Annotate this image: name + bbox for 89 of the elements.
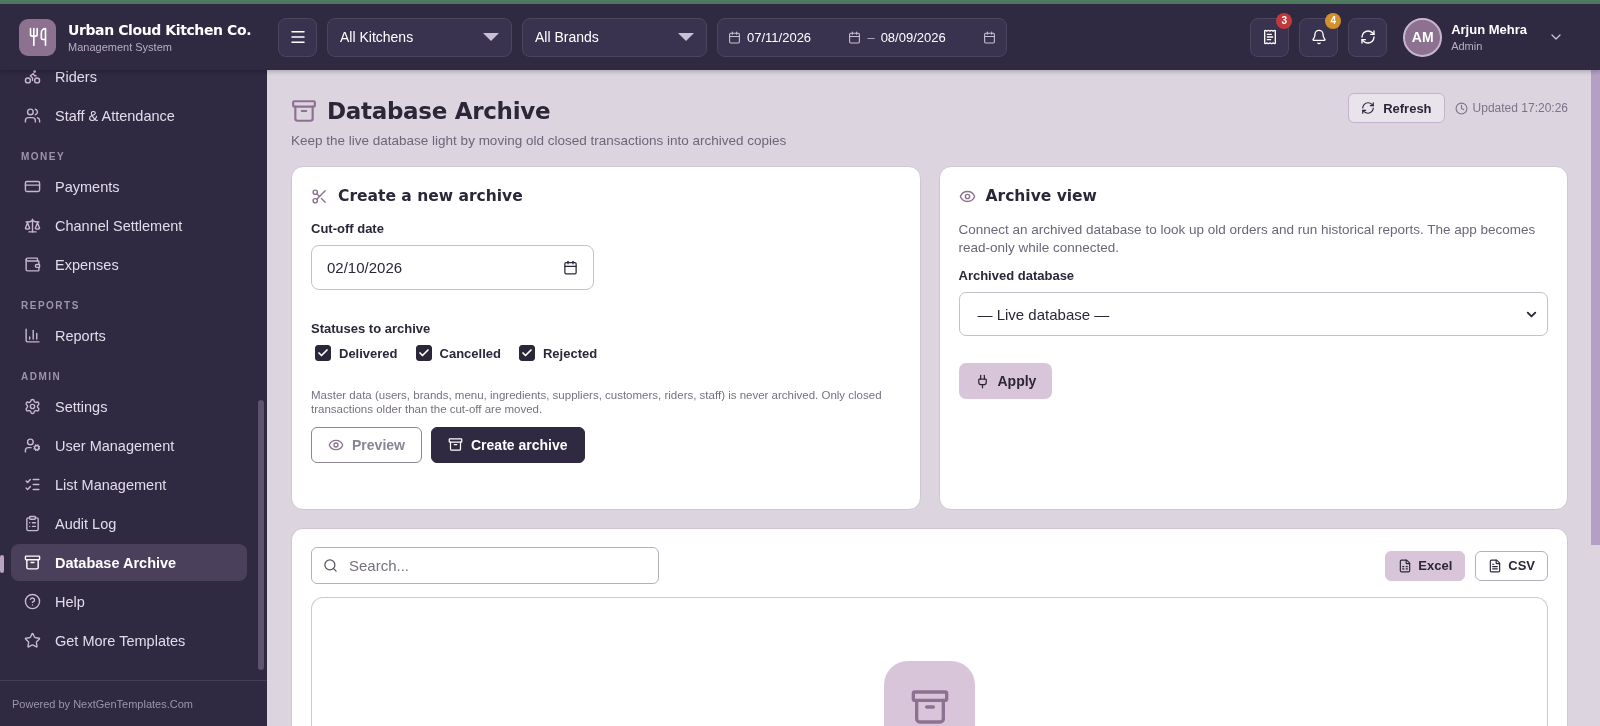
- star-icon: [24, 632, 41, 649]
- scissors-icon: [311, 187, 328, 205]
- card-icon: [24, 178, 41, 195]
- checkbox-label: Rejected: [542, 345, 598, 361]
- note-text: Master data (users, brands, menu, ingredients, suppliers, customers, riders, staff) is never archived. Only closed transactions older than the cut-off are moved.: [311, 388, 883, 417]
- calendar-icon: [848, 30, 862, 44]
- database-select[interactable]: — Live database —: [958, 292, 1548, 337]
- filter-dropdown[interactable]: All Kitchens: [327, 17, 512, 57]
- refresh-icon: [1361, 101, 1376, 115]
- checkmark-icon: [417, 347, 430, 359]
- preview-button[interactable]: Preview: [311, 426, 422, 463]
- date-range-field[interactable]: 07/11/2026 – 08/09/2026: [717, 17, 1007, 57]
- wallet-icon: [24, 256, 41, 273]
- card-description: Connect an archived database to look up old orders and run historical reports. The app becomes read-only while connected.: [958, 221, 1537, 257]
- page-subtitle: Keep the live database light by moving old closed transactions into archived copies: [291, 133, 787, 148]
- count-badge: 3: [1276, 12, 1293, 29]
- sidebar-item[interactable]: Get More Templates: [11, 622, 247, 659]
- field-label: Cut-off date: [311, 221, 385, 236]
- card-title: Archive view: [985, 187, 1097, 205]
- section-heading: MONEY: [20, 150, 67, 164]
- section-heading: ADMIN: [20, 370, 63, 384]
- footer-text: Powered by NextGenTemplates.Com: [0, 680, 267, 726]
- field-label: Archived database: [958, 268, 1076, 284]
- sidebar-item[interactable]: Payments: [11, 168, 247, 205]
- search-icon: [323, 558, 338, 573]
- checkbox[interactable]: [315, 345, 331, 361]
- checkbox-label: Delivered: [339, 345, 398, 361]
- sidebar-item[interactable]: Audit Log: [11, 505, 247, 542]
- archive-icon: [24, 554, 41, 571]
- sidebar-item[interactable]: Expenses: [11, 246, 247, 283]
- count-badge: 4: [1325, 12, 1342, 29]
- scrollbar[interactable]: [258, 400, 264, 670]
- sidebar-item[interactable]: Channel Settlement: [11, 207, 247, 244]
- user-name: Arjun Mehra: [1451, 22, 1527, 37]
- export-button[interactable]: CSV: [1475, 550, 1548, 581]
- checkbox[interactable]: [415, 345, 432, 361]
- checkbox-label: Cancelled: [439, 345, 501, 361]
- user-gear-icon: [24, 437, 41, 454]
- calendar-icon: [563, 260, 578, 275]
- search-field[interactable]: Search...: [311, 547, 659, 584]
- menu-button[interactable]: [278, 17, 317, 57]
- people-icon: [24, 107, 41, 124]
- clock-icon: [1454, 101, 1468, 115]
- bell-icon: [1310, 29, 1327, 45]
- archive-icon: [448, 437, 463, 453]
- checkmark-icon: [520, 347, 533, 359]
- page-title: Database Archive: [327, 98, 551, 124]
- brand-title: Urban Cloud Kitchen Co.: [68, 21, 252, 38]
- scales-icon: [24, 217, 41, 234]
- apply-button[interactable]: Apply: [958, 363, 1053, 400]
- checkbox[interactable]: [518, 345, 535, 361]
- refresh-button[interactable]: Refresh: [1348, 93, 1445, 123]
- file-icon: [1488, 558, 1503, 573]
- bar-chart-icon: [24, 327, 41, 344]
- scrollbar[interactable]: [1591, 70, 1600, 545]
- receipt-icon: [1261, 29, 1278, 45]
- menu-icon: [288, 28, 307, 46]
- date-field[interactable]: 02/10/2026: [311, 245, 594, 290]
- archive-icon: [291, 98, 317, 124]
- sidebar-item[interactable]: Settings: [11, 388, 247, 425]
- avatar[interactable]: AM: [1403, 17, 1443, 57]
- sidebar-item[interactable]: Staff & Attendance: [11, 97, 247, 134]
- settings-icon: [24, 398, 41, 415]
- help-icon: [24, 593, 41, 610]
- field-label: Statuses to archive: [311, 321, 432, 336]
- checkmark-icon: [317, 347, 329, 359]
- clipboard-icon: [24, 515, 41, 532]
- sidebar-item[interactable]: User Management: [11, 427, 247, 464]
- sidebar-item[interactable]: Database Archive: [11, 544, 247, 581]
- sync-button[interactable]: [1348, 17, 1388, 57]
- sidebar-item[interactable]: Help: [11, 583, 247, 620]
- export-button[interactable]: Excel: [1385, 550, 1466, 581]
- create-archive-button[interactable]: Create archive: [431, 426, 585, 463]
- sync-icon: [1359, 29, 1376, 45]
- sidebar-item[interactable]: Reports: [11, 317, 247, 354]
- filter-dropdown[interactable]: All Brands: [522, 17, 707, 57]
- calendar-icon: [728, 30, 741, 44]
- sidebar-item[interactable]: List Management: [11, 466, 247, 503]
- bike-icon: [24, 70, 41, 85]
- card-title: Create a new archive: [338, 187, 523, 205]
- spreadsheet-file-icon: [1398, 558, 1413, 573]
- updated-time: Updated 17:20:26: [1472, 101, 1568, 115]
- logo-icon: [19, 18, 56, 56]
- user-role: Admin: [1451, 40, 1484, 52]
- section-heading: REPORTS: [20, 299, 81, 313]
- brand-subtitle: Management System: [68, 40, 173, 53]
- sidebar-item[interactable]: Riders: [11, 70, 247, 95]
- checklist-icon: [24, 476, 41, 493]
- calendar-icon: [983, 30, 996, 44]
